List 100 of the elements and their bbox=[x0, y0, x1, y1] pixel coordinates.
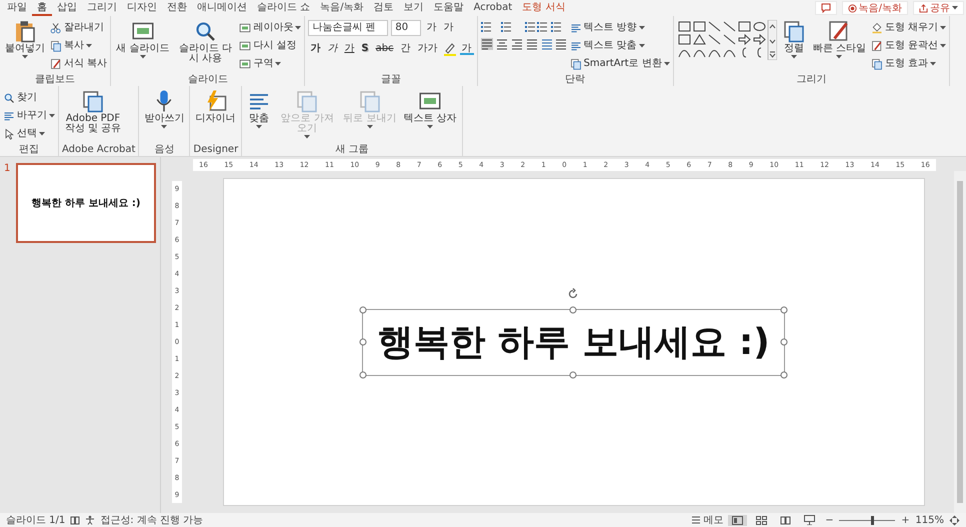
button-label: 붙여넣기 bbox=[5, 44, 45, 54]
menu-tab[interactable]: 그리기 bbox=[82, 0, 122, 16]
format-button[interactable]: 가 bbox=[325, 42, 340, 56]
record-icon bbox=[848, 4, 857, 12]
resize-handle[interactable] bbox=[570, 306, 577, 313]
shrink-font-button[interactable]: 가 bbox=[441, 21, 456, 35]
button-label: 새 슬라이드 bbox=[116, 44, 170, 54]
menu-tab[interactable]: 도형 서식 bbox=[517, 0, 570, 16]
font-color-button[interactable]: 가 bbox=[460, 43, 474, 55]
cursor-icon bbox=[3, 128, 15, 140]
ribbon-button[interactable]: 붙여넣기 bbox=[3, 18, 47, 60]
grow-font-button[interactable]: 가 bbox=[424, 21, 438, 35]
ribbon-button[interactable]: 도형 윤곽선 bbox=[871, 38, 946, 53]
accessibility-status[interactable]: 접근성: 계속 진행 가능 bbox=[100, 513, 204, 527]
resize-handle[interactable] bbox=[780, 306, 788, 313]
record-label: 녹음/녹화 bbox=[858, 2, 902, 15]
zoom-level[interactable]: 115% bbox=[915, 514, 944, 526]
share-button[interactable]: 공유 bbox=[913, 1, 964, 15]
menu-tab[interactable]: 애니메이션 bbox=[192, 0, 252, 16]
menu-tab[interactable]: 슬라이드 쇼 bbox=[252, 0, 316, 16]
ribbon-button[interactable]: 도형 효과 bbox=[871, 56, 946, 71]
normal-view-icon bbox=[732, 516, 744, 524]
ribbon-button[interactable]: 도형 채우기 bbox=[871, 20, 946, 35]
format-button[interactable]: abc bbox=[374, 42, 396, 56]
ribbon-button[interactable]: 슬라이드 다시 사용 bbox=[174, 18, 236, 65]
ribbon-button[interactable]: 정렬 bbox=[780, 18, 808, 60]
menu-tab[interactable]: 디자인 bbox=[122, 0, 162, 16]
ribbon-button[interactable]: Adobe PDF 작성 및 공유 bbox=[62, 88, 124, 135]
group-label: 글꼴 bbox=[380, 74, 401, 86]
ribbon-button[interactable]: 레이아웃 bbox=[239, 20, 302, 35]
format-button[interactable]: 가 bbox=[342, 42, 356, 56]
zoom-slider-thumb[interactable] bbox=[870, 516, 874, 524]
ribbon-button[interactable]: 서식 복사 bbox=[50, 56, 108, 71]
ribbon-button[interactable]: 선택 bbox=[3, 126, 55, 141]
search-icon bbox=[3, 92, 15, 104]
ribbon-button[interactable]: SmartArt로 변환 bbox=[570, 56, 670, 71]
ribbon-button[interactable]: 다시 설정 bbox=[239, 38, 302, 53]
notes-button[interactable]: 메모 bbox=[691, 513, 724, 527]
button-label: 맞춤 bbox=[249, 114, 270, 124]
menu-tab[interactable]: 녹음/녹화 bbox=[315, 0, 369, 16]
ribbon-button[interactable]: 빠른 스타일 bbox=[810, 18, 868, 60]
shape-gallery[interactable] bbox=[676, 20, 777, 60]
menu-tab[interactable]: 도움말 bbox=[428, 0, 469, 16]
resize-handle[interactable] bbox=[780, 338, 788, 346]
format-button[interactable]: 간 bbox=[398, 42, 413, 56]
ribbon-button[interactable]: 맞춤 bbox=[245, 88, 274, 130]
group-label: 클립보드 bbox=[35, 74, 76, 86]
group-label: 편집 bbox=[19, 144, 39, 156]
ribbon-button[interactable]: 복사 bbox=[50, 38, 108, 53]
menu-tab[interactable]: 삽입 bbox=[52, 0, 82, 16]
button-label: 뒤로 보내기 bbox=[343, 114, 396, 124]
highlighter-icon[interactable] bbox=[442, 42, 457, 56]
layout-icon bbox=[239, 22, 252, 34]
button-label: 디자이너 bbox=[195, 114, 236, 124]
ribbon-button[interactable]: 바꾸기 bbox=[3, 108, 55, 123]
resize-handle[interactable] bbox=[780, 371, 788, 378]
group-label: 그리기 bbox=[796, 74, 827, 86]
resize-handle[interactable] bbox=[570, 371, 577, 378]
ribbon-button[interactable]: 텍스트 방향 bbox=[570, 20, 670, 35]
resize-handle[interactable] bbox=[360, 306, 367, 313]
rotate-handle-icon[interactable] bbox=[567, 288, 580, 300]
menu-tab[interactable]: Acrobat bbox=[468, 0, 518, 16]
font-size-field[interactable]: 80 bbox=[391, 20, 422, 36]
format-button[interactable]: 가가 bbox=[416, 42, 440, 56]
ribbon-button[interactable]: 잘라내기 bbox=[50, 20, 108, 35]
ribbon-button[interactable]: 받아쓰기 bbox=[142, 88, 186, 130]
accessibility-icon[interactable] bbox=[85, 515, 96, 525]
ribbon-button[interactable]: 디자이너 bbox=[193, 88, 238, 125]
button-label: 슬라이드 다시 사용 bbox=[178, 44, 233, 64]
text-align-icon bbox=[570, 40, 582, 52]
menu-tab[interactable]: 검토 bbox=[368, 0, 399, 16]
notes-icon bbox=[691, 516, 702, 524]
format-button[interactable]: S bbox=[359, 42, 371, 56]
ribbon-button[interactable]: 찾기 bbox=[3, 90, 55, 105]
book-icon[interactable] bbox=[70, 516, 80, 524]
ribbon-button[interactable]: 구역 bbox=[239, 56, 302, 71]
send-backward-icon bbox=[358, 89, 382, 113]
zoom-out-button[interactable]: − bbox=[824, 514, 834, 526]
comments-button[interactable] bbox=[814, 1, 837, 15]
book-icon bbox=[780, 516, 792, 524]
resize-handle[interactable] bbox=[360, 371, 367, 378]
scrollbar[interactable] bbox=[954, 171, 966, 513]
ribbon-button[interactable]: 새 슬라이드 bbox=[114, 18, 172, 60]
ribbon-button[interactable]: 텍스트 상자 bbox=[401, 88, 459, 130]
slide-counter: 슬라이드 1/1 bbox=[6, 514, 66, 527]
slide-number: 1 bbox=[4, 163, 12, 174]
zoom-in-button[interactable]: + bbox=[900, 514, 910, 526]
resize-handle[interactable] bbox=[360, 338, 367, 346]
ribbon-button[interactable]: 텍스트 맞춤 bbox=[570, 38, 670, 53]
slide-thumbnail[interactable]: 행복한 하루 보내세요 :) bbox=[16, 163, 156, 243]
view-button[interactable] bbox=[728, 514, 748, 526]
font-name-field[interactable]: 나눔손글씨 펜 bbox=[308, 20, 388, 36]
menu-tab[interactable]: 보기 bbox=[398, 0, 429, 16]
format-button[interactable]: 가 bbox=[308, 42, 322, 56]
menu-tab[interactable]: 파일 bbox=[2, 0, 32, 16]
alignment-buttons-drawing[interactable] bbox=[480, 38, 567, 50]
record-button[interactable]: 녹음/녹화 bbox=[842, 1, 908, 15]
grid-view-icon bbox=[756, 516, 768, 524]
fit-to-window-icon[interactable] bbox=[949, 514, 960, 526]
menu-tab[interactable]: 전환 bbox=[162, 0, 192, 16]
